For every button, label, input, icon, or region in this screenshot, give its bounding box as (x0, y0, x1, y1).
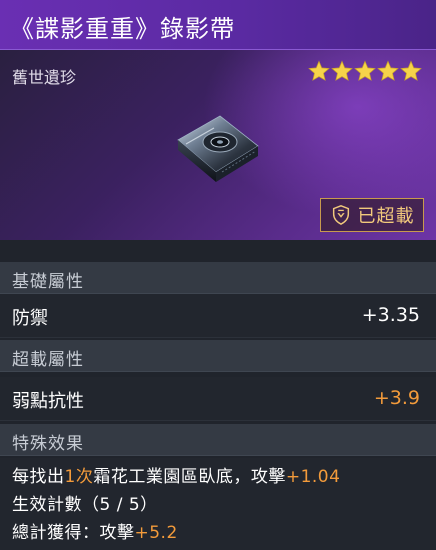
effect-line-3: 總計獲得：攻擊+5.2 (12, 518, 178, 543)
effect-line-1: 每找出1次霜花工業園區臥底，攻擊+1.04 (12, 462, 340, 487)
item-preview: 舊世遺珍 已超載 (0, 50, 436, 240)
stat-row-defense: 防禦 +3.35 (0, 294, 436, 338)
videotape-item-image (177, 115, 259, 182)
star-icon (308, 60, 330, 84)
section-header-special: 特殊效果 (0, 424, 436, 456)
stat-value: +3.35 (361, 304, 420, 326)
stat-name: 弱點抗性 (12, 391, 84, 412)
special-effect-text: 每找出1次霜花工業園區臥底，攻擊+1.04 生效計數（5 / 5） 總計獲得：攻… (0, 458, 436, 550)
effect-count: 1次 (64, 467, 94, 487)
effect-bonus: +1.04 (285, 467, 341, 487)
star-icon (400, 60, 422, 84)
stat-row-weakpoint-resistance: 弱點抗性 +3.9 (0, 377, 436, 421)
star-rating (308, 60, 422, 84)
rarity-label: 舊世遺珍 (12, 68, 77, 87)
overloaded-badge: 已超載 (320, 198, 424, 232)
effect-total: +5.2 (134, 523, 178, 543)
star-icon (331, 60, 353, 84)
effect-text: 總計獲得：攻擊 (12, 523, 135, 543)
section-header-base: 基礎屬性 (0, 262, 436, 294)
star-icon (377, 60, 399, 84)
effect-text: ，攻擊 (233, 467, 286, 487)
effect-line-2: 生效計數（5 / 5） (12, 495, 158, 515)
star-icon (354, 60, 376, 84)
overloaded-label: 已超載 (357, 206, 415, 227)
stat-name: 防禦 (12, 308, 48, 329)
item-title: 《諜影重重》錄影帶 (10, 15, 235, 43)
section-header-overload: 超載屬性 (0, 340, 436, 372)
title-bar: 《諜影重重》錄影帶 (0, 0, 436, 50)
section-title: 特殊效果 (12, 434, 84, 454)
effect-target: 霜花工業園區臥底 (93, 467, 234, 487)
effect-text: 每找出 (12, 467, 65, 487)
item-detail-card: 《諜影重重》錄影帶 舊世遺珍 已超載 基礎屬性 防禦 +3.35 超載屬性 弱點… (0, 0, 436, 550)
section-title: 超載屬性 (12, 350, 84, 370)
overload-shield-icon (330, 204, 352, 226)
stat-value: +3.9 (373, 387, 420, 409)
section-title: 基礎屬性 (12, 272, 84, 292)
